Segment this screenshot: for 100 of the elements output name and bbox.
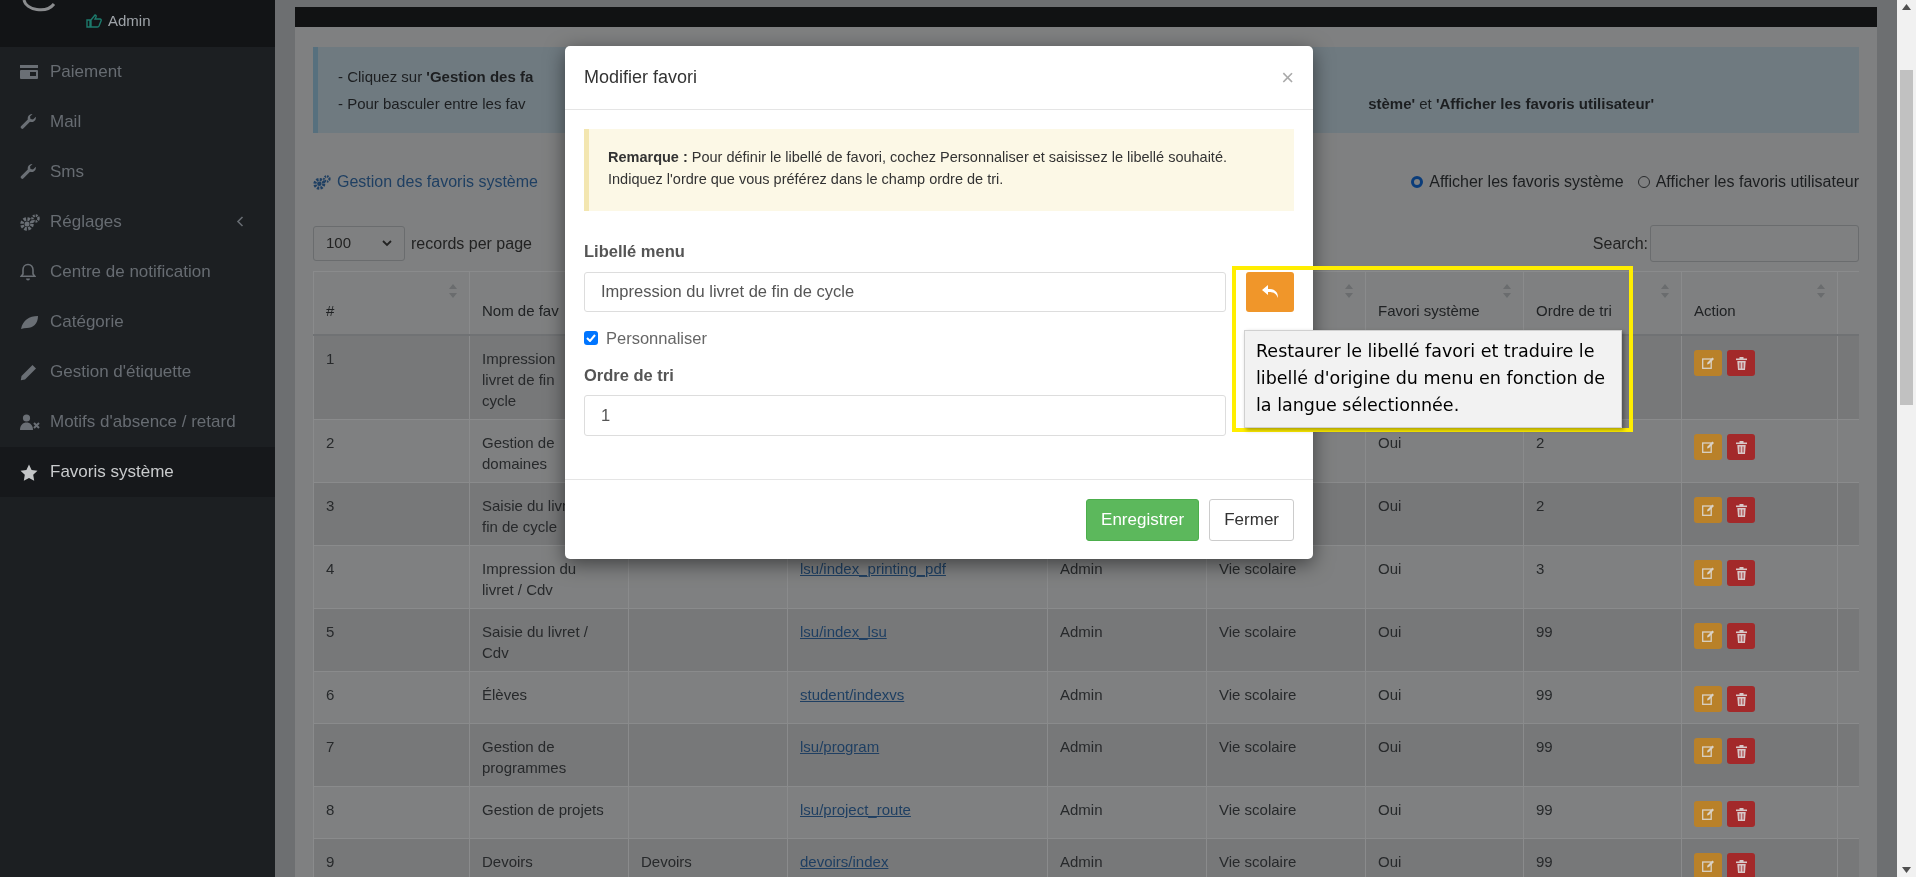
route-link[interactable]: lsu/index_printing_pdf bbox=[800, 560, 946, 577]
route-link[interactable]: lsu/index_lsu bbox=[800, 623, 887, 640]
column-header[interactable]: Nom de fav bbox=[482, 299, 559, 322]
edit-button[interactable] bbox=[1694, 686, 1722, 712]
info-text: - Cliquez sur 'Gestion des fa bbox=[338, 68, 534, 85]
trash-icon bbox=[1735, 566, 1747, 580]
modal-title: Modifier favori bbox=[584, 66, 698, 89]
table-cell: 2 bbox=[1536, 497, 1545, 514]
edit-button[interactable] bbox=[1694, 801, 1722, 827]
leaf-icon bbox=[20, 314, 39, 330]
radio-option[interactable]: Afficher les favoris utilisateur bbox=[1637, 170, 1859, 194]
edit-button[interactable] bbox=[1694, 738, 1722, 764]
search-label: Search: bbox=[1592, 233, 1648, 254]
sidebar-item[interactable]: Centre de notification bbox=[0, 247, 275, 297]
sidebar-item[interactable]: Réglages bbox=[0, 197, 275, 247]
route-link[interactable]: lsu/project_route bbox=[800, 801, 911, 818]
page-size-select[interactable]: 100 bbox=[313, 226, 405, 261]
table-cell: Admin bbox=[1060, 801, 1103, 818]
edit-button[interactable] bbox=[1694, 853, 1722, 877]
sidebar-item[interactable]: Motifs d'absence / retard bbox=[0, 397, 275, 447]
user-remove-icon bbox=[20, 414, 41, 430]
table-cell: 99 bbox=[1536, 801, 1553, 818]
note-text: Remarque : Pour définir le libellé de favori, cochez Personnaliser et saisissez le libellé souhaité. Indiquez l'ordre que vous préférez dans le champ ordre de tri. bbox=[608, 149, 1227, 187]
column-header[interactable]: Favori système bbox=[1378, 299, 1480, 322]
delete-button[interactable] bbox=[1727, 350, 1755, 376]
radio-option[interactable]: Afficher les favoris système bbox=[1411, 170, 1624, 194]
trash-icon bbox=[1735, 859, 1747, 873]
sidebar-item[interactable]: Catégorie bbox=[0, 297, 275, 347]
table-cell: Admin bbox=[1060, 853, 1103, 870]
table-cell: Gestion de programmes bbox=[482, 738, 567, 776]
trash-icon bbox=[1735, 503, 1747, 517]
delete-button[interactable] bbox=[1727, 853, 1755, 877]
table-cell: Élèves bbox=[482, 686, 528, 703]
caret-icon bbox=[382, 240, 392, 247]
delete-button[interactable] bbox=[1727, 686, 1755, 712]
sidebar-item[interactable]: Paiement bbox=[0, 47, 275, 97]
table-cell: Impression du livret / Cdv bbox=[482, 560, 577, 598]
table-cell: 2 bbox=[1536, 434, 1545, 451]
table-cell: Vie scolaire bbox=[1219, 686, 1297, 703]
restore-button[interactable] bbox=[1246, 271, 1294, 312]
delete-button[interactable] bbox=[1727, 497, 1755, 523]
table-cell: Saisie du livret / Cdv bbox=[482, 623, 588, 661]
table-cell: 8 bbox=[326, 801, 335, 818]
input-field[interactable]: Impression du livret de fin de cycle bbox=[584, 271, 1226, 312]
route-link[interactable]: devoirs/index bbox=[800, 853, 889, 870]
edit-button[interactable] bbox=[1694, 350, 1722, 376]
close-dialog-button[interactable]: Fermer bbox=[1209, 498, 1294, 541]
delete-button[interactable] bbox=[1727, 560, 1755, 586]
table-cell: Oui bbox=[1378, 738, 1402, 755]
edit-button[interactable] bbox=[1694, 560, 1722, 586]
edit-icon bbox=[1702, 693, 1714, 705]
table-cell: Oui bbox=[1378, 560, 1402, 577]
delete-button[interactable] bbox=[1727, 434, 1755, 460]
column-header[interactable]: Action bbox=[1694, 299, 1736, 322]
scroll-up-icon bbox=[1902, 4, 1911, 10]
route-link[interactable]: student/indexvs bbox=[800, 686, 905, 703]
sidebar-item[interactable]: Favoris système bbox=[0, 447, 275, 497]
close-button[interactable]: × bbox=[1281, 66, 1294, 89]
scrollbar[interactable] bbox=[1897, 0, 1916, 877]
sidebar-item[interactable]: Mail bbox=[0, 97, 275, 147]
undo-icon bbox=[1261, 285, 1279, 299]
section-link[interactable]: Gestion des favoris système bbox=[337, 170, 538, 194]
table-cell: 4 bbox=[326, 560, 335, 577]
edit-button[interactable] bbox=[1694, 623, 1722, 649]
field-label: Libellé menu bbox=[584, 241, 685, 262]
delete-button[interactable] bbox=[1727, 623, 1755, 649]
trash-icon bbox=[1735, 440, 1747, 454]
field-label: Ordre de tri bbox=[584, 364, 674, 386]
checkbox-label: Personnaliser bbox=[606, 327, 707, 349]
wrench-icon bbox=[20, 163, 37, 181]
table-cell: 2 bbox=[326, 434, 335, 451]
input-field[interactable]: 1 bbox=[584, 395, 1226, 437]
table-cell: Admin bbox=[1060, 686, 1103, 703]
route-link[interactable]: lsu/program bbox=[800, 738, 880, 755]
scroll-down-icon bbox=[1902, 867, 1911, 873]
delete-button[interactable] bbox=[1727, 738, 1755, 764]
table-cell: Vie scolaire bbox=[1219, 801, 1297, 818]
delete-button[interactable] bbox=[1727, 801, 1755, 827]
edit-button[interactable] bbox=[1694, 434, 1722, 460]
edit-icon bbox=[1702, 630, 1714, 642]
table-cell: 3 bbox=[1536, 560, 1545, 577]
table-cell: Oui bbox=[1378, 497, 1402, 514]
table-cell: Vie scolaire bbox=[1219, 560, 1297, 577]
column-header[interactable]: # bbox=[326, 299, 335, 322]
checkbox[interactable] bbox=[584, 331, 598, 346]
edit-button[interactable] bbox=[1694, 497, 1722, 523]
table-cell: Devoirs bbox=[482, 853, 533, 870]
table-cell: 99 bbox=[1536, 738, 1553, 755]
trash-icon bbox=[1735, 692, 1747, 706]
column-header[interactable]: Ordre de tri bbox=[1536, 299, 1612, 322]
table-cell: 3 bbox=[326, 497, 335, 514]
table-cell: 6 bbox=[326, 686, 335, 703]
table-cell: Oui bbox=[1378, 623, 1402, 640]
wallet-icon bbox=[20, 64, 38, 80]
table-cell: Admin bbox=[1060, 623, 1103, 640]
sidebar-item[interactable]: Gestion d'étiquette bbox=[0, 347, 275, 397]
sidebar-item[interactable]: Sms bbox=[0, 147, 275, 197]
edit-icon bbox=[1702, 441, 1714, 453]
table-cell: 99 bbox=[1536, 853, 1553, 870]
save-button[interactable]: Enregistrer bbox=[1086, 498, 1200, 541]
